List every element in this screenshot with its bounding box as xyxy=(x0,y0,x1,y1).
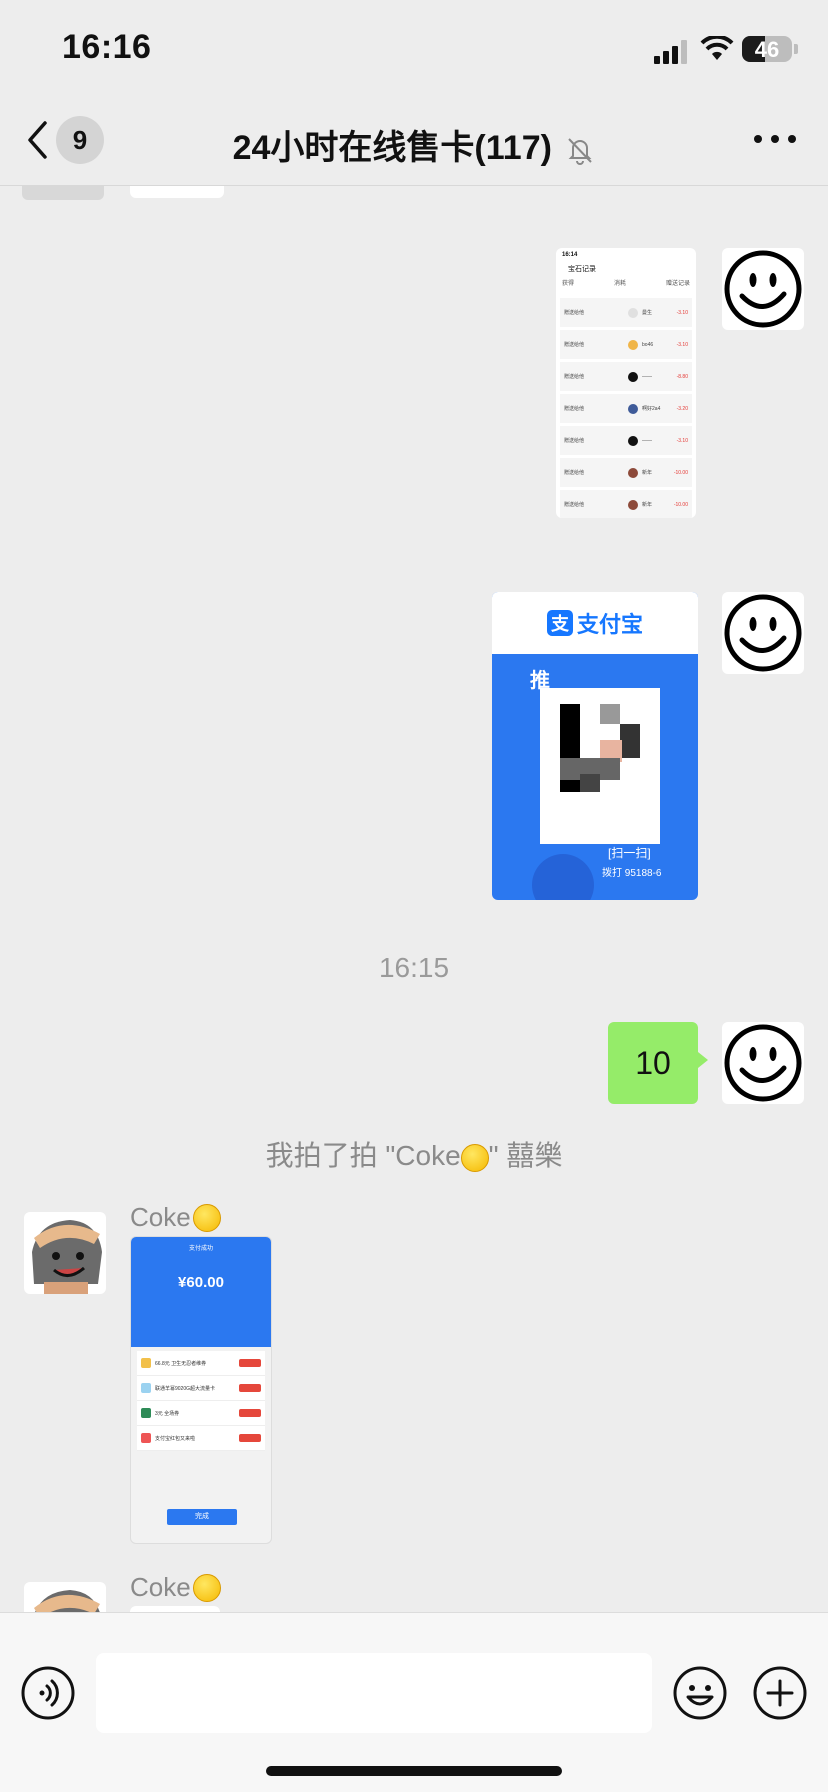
thumb-row: 赠送给他 —— -3.10 xyxy=(560,426,692,455)
thumb-tab: 消耗 xyxy=(613,281,626,287)
message-input[interactable] xyxy=(96,1653,652,1733)
sender-name: Coke xyxy=(130,1572,221,1603)
partial-previous-avatar xyxy=(22,186,104,200)
chat-title-text: 24小时在线售卡(117) xyxy=(232,129,552,167)
message-input-bar xyxy=(0,1612,828,1792)
alipay-image-message[interactable]: 支 支付宝 推 [扫一扫] 拨打 95188-6 xyxy=(492,592,698,900)
benefit-item: 66.8元 卫生无忍者维券 xyxy=(137,1351,265,1376)
cat-face-icon xyxy=(34,1590,100,1612)
dot-icon xyxy=(771,135,779,143)
payment-benefits-list: 66.8元 卫生无忍者维券 联通羊幂9020G超大流量卡 3元 全场券 支付宝红… xyxy=(137,1351,265,1451)
status-time: 16:16 xyxy=(62,28,152,66)
cellular-signal-icon xyxy=(654,40,687,64)
alipay-brand-header: 支 支付宝 xyxy=(492,592,698,654)
coin-emoji-icon xyxy=(460,1143,489,1172)
chat-header: 9 24小时在线售卡(117) xyxy=(0,98,828,186)
gem-record-image-message[interactable]: 16:14 宝石记录 获得 消耗 赠送记录 赠送给他 曼生 -3.10 赠送给他 bo… xyxy=(556,248,696,518)
home-indicator[interactable] xyxy=(266,1766,562,1776)
payment-header: 支付成功 ¥60.00 xyxy=(131,1237,271,1347)
thumb-row: 赠送给他 新年 -10.00 xyxy=(560,458,692,487)
dot-icon xyxy=(788,135,796,143)
my-avatar-smiley-icon[interactable] xyxy=(722,248,804,330)
thumb-row: 赠送给他 —— -8.80 xyxy=(560,362,692,391)
my-text-message[interactable]: 10 xyxy=(608,1022,708,1104)
battery-tip xyxy=(794,44,798,54)
thumb-tab: 获得 xyxy=(562,281,575,287)
thumb-title: 宝石记录 xyxy=(568,266,596,273)
pat-notice: 我拍了拍 "Coke " 囍樂 xyxy=(265,1140,563,1172)
more-options-button[interactable] xyxy=(754,124,796,154)
battery-icon: 46 xyxy=(742,36,792,62)
payment-status: 支付成功 xyxy=(188,1246,213,1252)
emoji-button[interactable] xyxy=(672,1665,728,1721)
benefit-item: 联通羊幂9020G超大流量卡 xyxy=(137,1376,265,1401)
benefit-item: 3元 全场券 xyxy=(137,1401,265,1426)
payment-done-button: 完成 xyxy=(167,1509,237,1525)
my-text-content: 10 xyxy=(635,1044,671,1081)
chat-title: 24小时在线售卡(117) xyxy=(0,120,828,169)
coin-emoji-icon xyxy=(192,1203,221,1232)
mute-bell-icon xyxy=(568,138,593,165)
thumb-tab: 赠送记录 xyxy=(665,281,690,287)
payment-success-image-message[interactable]: 支付成功 ¥60.00 66.8元 卫生无忍者维券 联通羊幂9020G超大流量卡… xyxy=(130,1236,272,1544)
message-timestamp: 16:15 xyxy=(378,952,450,983)
cat-avatar[interactable] xyxy=(24,1582,106,1612)
alipay-brand: 支付宝 xyxy=(576,612,643,637)
plus-button[interactable] xyxy=(752,1665,808,1721)
sender-name: Coke xyxy=(130,1202,221,1233)
alipay-hotline: 拨打 95188-6 xyxy=(602,868,662,879)
coin-emoji-icon xyxy=(192,1573,221,1602)
alipay-logo-icon: 支 xyxy=(546,610,573,636)
cat-face-icon xyxy=(32,1220,102,1294)
thumb-row: 赠送给他 曼生 -3.10 xyxy=(560,298,692,327)
cat-avatar[interactable] xyxy=(24,1212,106,1294)
wifi-icon xyxy=(700,36,734,60)
payment-amount: ¥60.00 xyxy=(178,1274,224,1291)
thumb-row: 赠送给他 bo46 -3.10 xyxy=(560,330,692,359)
chat-message-list[interactable]: 16:14 宝石记录 获得 消耗 赠送记录 赠送给他 曼生 -3.10 赠送给他 bo… xyxy=(0,186,828,1612)
alipay-blue-circle xyxy=(532,854,594,900)
thumb-tabs: 获得 消耗 赠送记录 xyxy=(556,278,696,287)
partial-previous-message[interactable] xyxy=(130,186,224,198)
battery-level: 46 xyxy=(754,37,780,62)
voice-input-button[interactable] xyxy=(20,1665,76,1721)
dot-icon xyxy=(754,135,762,143)
thumb-row: 赠送给他 新年 -10.00 xyxy=(560,490,692,518)
thumb-row: 赠送给他 啊好2a4 -3.20 xyxy=(560,394,692,423)
benefit-item: 支付宝红包又来啦 xyxy=(137,1426,265,1451)
status-bar: 16:16 46 xyxy=(0,0,828,98)
thumb-time: 16:14 xyxy=(562,252,578,258)
alipay-scan-hint: [扫一扫] xyxy=(608,846,651,860)
qr-code-pixelated xyxy=(540,688,660,844)
my-avatar-smiley-icon[interactable] xyxy=(722,592,804,674)
my-avatar-smiley-icon[interactable] xyxy=(722,1022,804,1104)
